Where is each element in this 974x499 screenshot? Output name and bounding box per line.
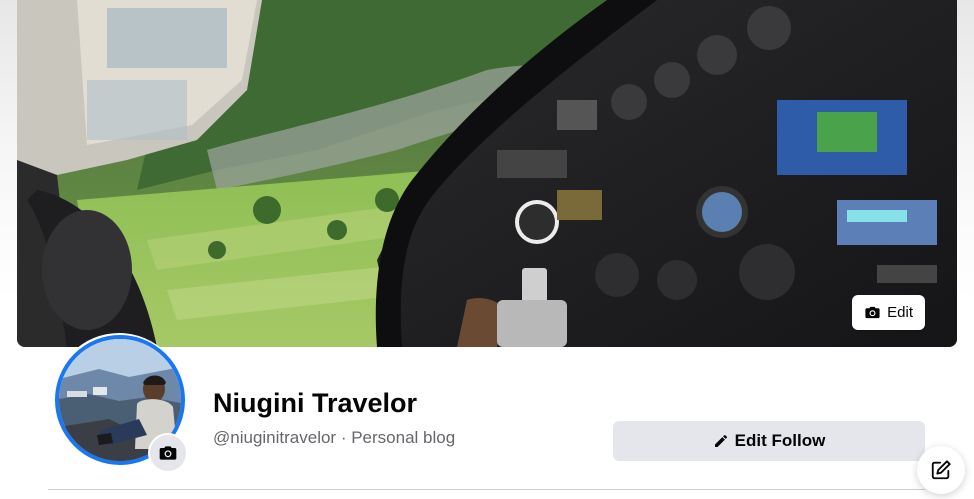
cover-edit-button[interactable]: Edit [852, 295, 925, 330]
camera-icon [159, 446, 177, 460]
pencil-icon [714, 434, 727, 447]
cover-photo-image [17, 0, 957, 347]
camera-icon [865, 306, 880, 319]
cover-photo: Edit [17, 0, 957, 347]
compose-icon [931, 460, 951, 480]
profile-meta: @niuginitravelor · Personal blog [213, 428, 456, 447]
profile-name: Niugini Travelor [213, 388, 418, 418]
cover-edit-label: Edit [887, 304, 913, 321]
edit-follow-label: Edit Follow [734, 431, 826, 450]
compose-button[interactable] [917, 446, 965, 494]
avatar-camera-button[interactable] [148, 433, 188, 473]
section-divider [48, 489, 925, 490]
edit-follow-button[interactable]: Edit Follow [613, 421, 925, 461]
